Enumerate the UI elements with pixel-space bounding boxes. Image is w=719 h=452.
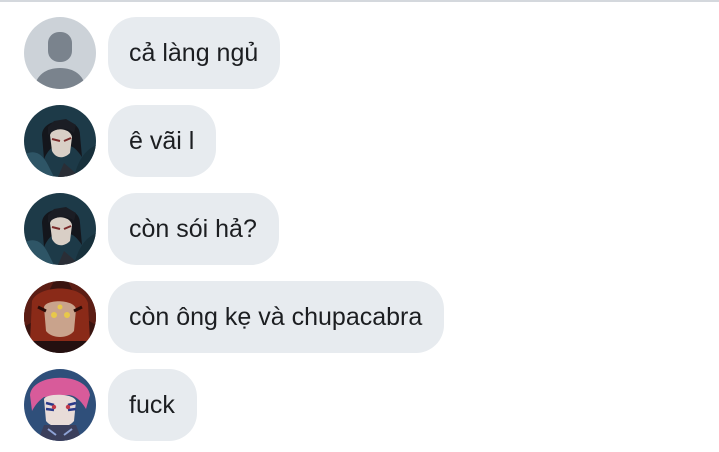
anime-character-icon (24, 369, 96, 441)
message-row: còn ông kẹ và chupacabra (24, 281, 445, 353)
message-bubble[interactable]: fuck (108, 369, 197, 441)
message-row: fuck (24, 369, 197, 441)
anime-character-icon (24, 193, 96, 265)
anime-character-icon (24, 281, 96, 353)
anime-character-icon (24, 105, 96, 177)
message-bubble[interactable]: cả làng ngủ (108, 17, 281, 89)
anime-red-demon-character-avatar[interactable] (24, 281, 96, 353)
message-row: ê vãi l (24, 105, 217, 177)
message-bubble[interactable]: còn ông kẹ và chupacabra (108, 281, 445, 353)
message-row: cả làng ngủ (24, 17, 281, 89)
message-bubble[interactable]: ê vãi l (108, 105, 217, 177)
anime-pink-haired-character-avatar[interactable] (24, 369, 96, 441)
message-row: còn sói hả? (24, 193, 279, 265)
person-silhouette-icon (24, 17, 96, 89)
anime-dark-haired-character-avatar[interactable] (24, 193, 96, 265)
default-user-avatar[interactable] (24, 17, 96, 89)
message-bubble[interactable]: còn sói hả? (108, 193, 279, 265)
chat-message-list: cả làng ngủ ê vãi l còn sói hả? còn ông … (0, 0, 719, 452)
anime-dark-haired-character-avatar[interactable] (24, 105, 96, 177)
